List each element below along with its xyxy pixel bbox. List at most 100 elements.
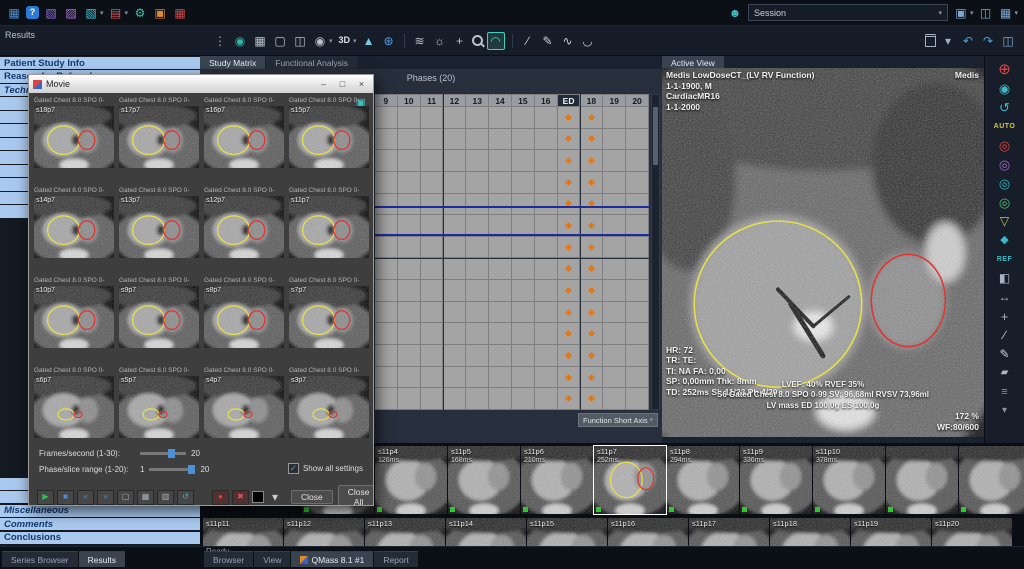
display-config-icon-caret[interactable]: ▾ <box>970 9 974 17</box>
phase-column-19[interactable]: 19 <box>603 94 626 107</box>
zoom-icon[interactable] <box>472 35 483 46</box>
matrix-cell[interactable] <box>375 194 398 216</box>
record-button[interactable]: ● <box>212 490 229 505</box>
matrix-cell[interactable] <box>512 302 535 324</box>
matrix-cell[interactable] <box>603 367 626 389</box>
film-thumb-s11p8[interactable]: s11p8294ms <box>667 446 739 514</box>
matrix-cell[interactable] <box>489 280 512 302</box>
contour-red-icon[interactable]: ◎ <box>997 137 1013 153</box>
matrix-cell[interactable] <box>421 323 444 345</box>
matrix-cell[interactable] <box>581 345 604 367</box>
matrix-cell[interactable] <box>375 388 398 410</box>
monitor-grid-icon[interactable]: ▦ <box>997 5 1013 21</box>
results-item-conclusions[interactable]: Conclusions <box>0 532 200 544</box>
signal-icon[interactable]: ∿ <box>560 33 576 49</box>
monitor-grid-icon-caret[interactable]: ▾ <box>1014 9 1018 17</box>
matrix-cell[interactable] <box>581 107 604 129</box>
window-level-icon[interactable]: ◧ <box>997 270 1013 286</box>
pan-icon[interactable]: + <box>452 33 468 49</box>
display-config-icon[interactable]: ▣ <box>953 5 969 21</box>
matrix-cell[interactable] <box>398 388 421 410</box>
film-thumb-s11p6[interactable]: s11p6210ms <box>521 446 593 514</box>
matrix-cell[interactable] <box>535 237 558 259</box>
movie-thumb-s18p7[interactable]: Gated Chest 8.0 SPO 0-s18p7 <box>34 97 114 168</box>
movie-thumb-s11p7[interactable]: Gated Chest 8.0 SPO 0-s11p7 <box>289 187 369 258</box>
matrix-cell[interactable] <box>489 129 512 151</box>
phase-column-12[interactable]: 12 <box>444 94 467 107</box>
matrix-cell[interactable] <box>375 129 398 151</box>
matrix-cell[interactable] <box>512 345 535 367</box>
matrix-cell[interactable] <box>375 323 398 345</box>
matrix-cell[interactable] <box>375 367 398 389</box>
matrix-cell[interactable] <box>421 259 444 281</box>
matrix-cell[interactable] <box>375 172 398 194</box>
matrix-cell[interactable] <box>558 107 581 129</box>
box-orange-icon[interactable]: ▣ <box>152 5 168 21</box>
results-item-patient-study-info[interactable]: Patient Study Info <box>0 57 200 69</box>
help-icon[interactable]: ? <box>26 6 39 19</box>
tab-report[interactable]: Report <box>374 551 418 567</box>
matrix-cell[interactable] <box>466 280 489 302</box>
matrix-cell[interactable] <box>421 194 444 216</box>
matrix-cell[interactable] <box>512 259 535 281</box>
matrix-cell[interactable] <box>375 107 398 129</box>
matrix-cell[interactable] <box>581 323 604 345</box>
matrix-cell[interactable] <box>603 237 626 259</box>
matrix-cell[interactable] <box>421 237 444 259</box>
shield-icon[interactable]: ▽ <box>997 213 1013 229</box>
tab-qmass-8-1-1[interactable]: QMass 8.1 #1 <box>291 551 373 567</box>
stop-button[interactable]: ■ <box>57 490 74 505</box>
matrix-cell[interactable] <box>444 323 467 345</box>
matrix-scrollbar[interactable] <box>651 94 660 410</box>
movie-thumb-s17p7[interactable]: Gated Chest 8.0 SPO 0-s17p7 <box>119 97 199 168</box>
tab-study-matrix[interactable]: Study Matrix <box>200 56 265 69</box>
matrix-cell[interactable] <box>626 150 649 172</box>
matrix-cell[interactable] <box>512 280 535 302</box>
matrix-cell[interactable] <box>421 280 444 302</box>
tab-results[interactable]: Results <box>79 551 125 567</box>
film-thumb-s11p20[interactable]: s11p20 <box>932 518 1012 546</box>
matrix-cell[interactable] <box>512 388 535 410</box>
movie-thumb-s13p7[interactable]: Gated Chest 8.0 SPO 0-s13p7 <box>119 187 199 258</box>
auto-contour-icon[interactable]: ◠ <box>487 32 505 50</box>
matrix-cell[interactable] <box>512 129 535 151</box>
cone-icon[interactable]: ▲ <box>361 33 377 49</box>
function-view-dropdown[interactable]: Function Short Axis ▾ <box>578 413 658 427</box>
matrix-cell[interactable] <box>444 172 467 194</box>
matrix-cell[interactable] <box>489 323 512 345</box>
matrix-cell[interactable] <box>603 280 626 302</box>
matrix-cell[interactable] <box>603 172 626 194</box>
phase-column-14[interactable]: 14 <box>489 94 512 107</box>
matrix-cell[interactable] <box>626 129 649 151</box>
tab-view[interactable]: View <box>254 551 290 567</box>
cube-purple-icon[interactable]: ▧ <box>43 5 59 21</box>
matrix-cell[interactable] <box>466 345 489 367</box>
matrix-cell[interactable] <box>466 107 489 129</box>
phase-matrix[interactable]: 910111213141516ED181920 <box>375 94 649 410</box>
matrix-cell[interactable] <box>558 388 581 410</box>
matrix-cell[interactable] <box>444 107 467 129</box>
grid-matrix-button[interactable]: ▦ <box>137 490 154 505</box>
show-all-settings-checkbox[interactable]: ✓ <box>288 463 299 474</box>
matrix-cell[interactable] <box>603 129 626 151</box>
matrix-cell[interactable] <box>512 367 535 389</box>
three-d-icon[interactable]: 3D <box>337 33 353 49</box>
matrix-cell[interactable] <box>558 280 581 302</box>
matrix-cell[interactable] <box>489 194 512 216</box>
matrix-cell[interactable] <box>375 302 398 324</box>
matrix-cell[interactable] <box>421 345 444 367</box>
matrix-cell[interactable] <box>375 280 398 302</box>
stack-red-icon-caret[interactable]: ▾ <box>125 9 129 17</box>
matrix-cell[interactable] <box>535 280 558 302</box>
matrix-cell[interactable] <box>466 129 489 151</box>
matrix-cell[interactable] <box>489 345 512 367</box>
undo-icon[interactable]: ↶ <box>960 33 976 49</box>
ct-viewport[interactable]: Medis LowDoseCT_(LV RV Function)1-1-1900… <box>662 68 984 437</box>
movie-thumb-s8p7[interactable]: Gated Chest 8.0 SPO 0-s8p7 <box>204 277 284 348</box>
matrix-cell[interactable] <box>535 259 558 281</box>
film-thumb-s11p4[interactable]: s11p4126ms <box>375 446 447 514</box>
matrix-cell[interactable] <box>444 259 467 281</box>
matrix-cell[interactable] <box>581 237 604 259</box>
matrix-cell[interactable] <box>558 194 581 216</box>
matrix-cell[interactable] <box>421 150 444 172</box>
